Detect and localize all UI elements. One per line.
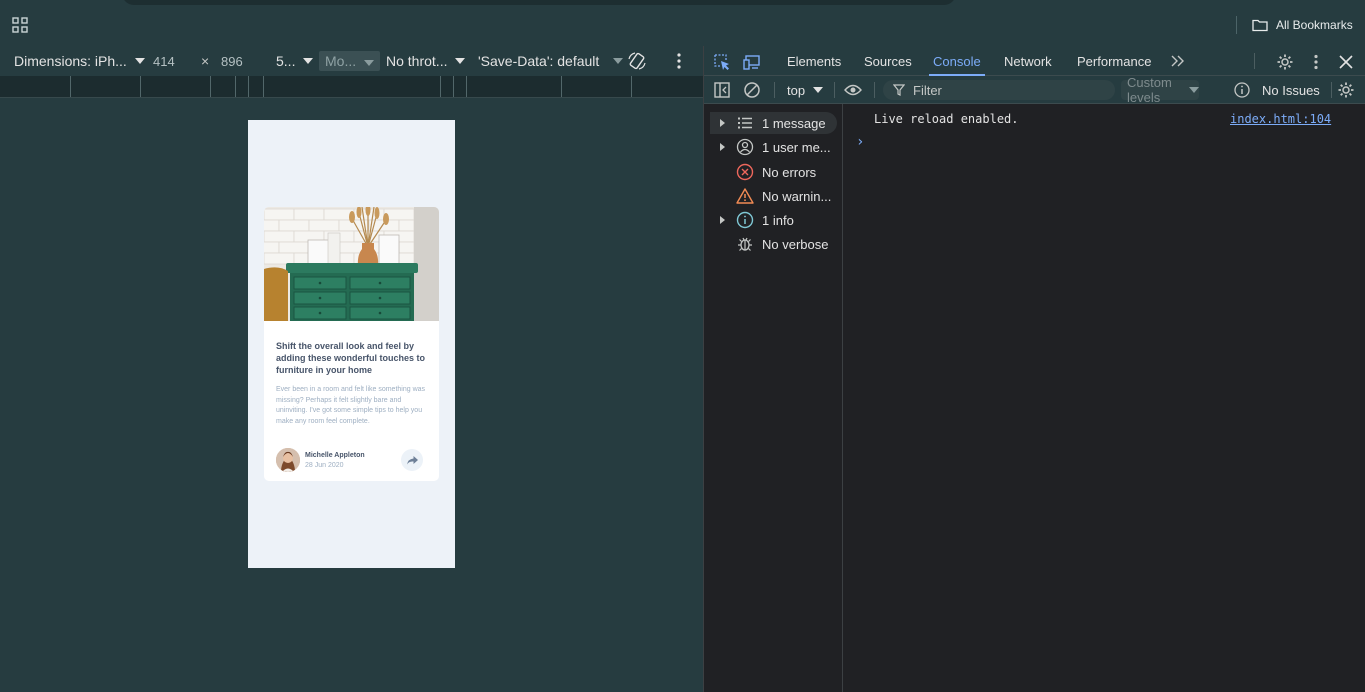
- author-row: Michelle Appleton 28 Jun 2020: [276, 448, 427, 472]
- article-description: Ever been in a room and felt like someth…: [276, 386, 426, 425]
- dimension-times: ×: [201, 53, 210, 69]
- sidebar-item-label: 1 info: [762, 212, 794, 228]
- height-input[interactable]: 896: [221, 46, 243, 76]
- console-settings-gear-icon[interactable]: [1337, 81, 1355, 99]
- dimensions-label: Dimensions: iPh...: [14, 53, 127, 69]
- tab-performance[interactable]: Performance: [1077, 46, 1151, 76]
- chevron-down-icon: [1189, 87, 1199, 93]
- sidebar-toggle-icon[interactable]: [713, 81, 731, 99]
- sidebar-item-info[interactable]: 1 info: [710, 209, 837, 231]
- tab-sources[interactable]: Sources: [864, 46, 912, 76]
- apps-grid-icon[interactable]: [12, 17, 28, 33]
- bookmarks-bar: All Bookmarks: [0, 0, 1365, 46]
- article-date: 28 Jun 2020: [305, 462, 344, 469]
- zoom-dropdown[interactable]: 5...: [276, 46, 314, 76]
- kebab-menu-icon: [677, 53, 681, 69]
- console-output[interactable]: Live reload enabled. index.html:104 ›: [844, 104, 1365, 692]
- filter-placeholder: Filter: [913, 82, 942, 98]
- eye-icon[interactable]: [844, 81, 862, 99]
- omnibox-edge: [122, 0, 956, 5]
- media-query-ruler[interactable]: [0, 76, 703, 98]
- warning-icon: [736, 188, 754, 204]
- clear-console-icon[interactable]: [743, 81, 761, 99]
- chevron-down-icon: [455, 58, 466, 64]
- sidebar-item-user-messages[interactable]: 1 user me...: [710, 136, 837, 158]
- sidebar-item-label: 1 message: [762, 115, 826, 131]
- chevron-down-icon: [364, 60, 375, 66]
- rotate-button[interactable]: [627, 46, 647, 76]
- sidebar-item-label: 1 user me...: [762, 139, 831, 155]
- info-icon: [736, 211, 754, 229]
- close-icon[interactable]: [1337, 53, 1355, 71]
- log-levels-label: Custom levels: [1127, 75, 1172, 105]
- console-sidebar: 1 message 1 user me... No errors No warn: [704, 104, 843, 692]
- chevron-down-icon: [134, 58, 145, 64]
- device-mode-dropdown[interactable]: Mo...: [319, 46, 381, 76]
- sidebar-item-label: No verbose: [762, 236, 829, 252]
- chevron-down-icon: [303, 58, 314, 64]
- issues-counter[interactable]: No Issues: [1262, 76, 1320, 104]
- console-log-source-link[interactable]: index.html:104: [1230, 112, 1331, 126]
- expand-arrow-icon: [720, 119, 725, 127]
- expand-arrow-icon: [720, 216, 725, 224]
- filter-icon: [893, 84, 905, 96]
- devtools-menu-icon[interactable]: [1307, 53, 1325, 71]
- more-options-button[interactable]: [673, 46, 685, 76]
- article-title: Shift the overall look and feel by addin…: [276, 341, 426, 375]
- user-icon: [736, 138, 754, 156]
- rotate-icon: [628, 52, 646, 70]
- sidebar-item-warnings[interactable]: No warnin...: [710, 185, 837, 207]
- sidebar-item-messages[interactable]: 1 message: [710, 112, 837, 134]
- all-bookmarks-button[interactable]: All Bookmarks: [1252, 16, 1353, 34]
- expand-arrow-icon: [720, 143, 725, 151]
- tab-console[interactable]: Console: [929, 46, 985, 76]
- bookmarks-separator: [1236, 16, 1237, 34]
- throttle-dropdown[interactable]: No throt...: [386, 46, 466, 76]
- sidebar-item-label: No warnin...: [762, 188, 832, 204]
- issues-info-icon: [1234, 82, 1250, 98]
- article-card: Shift the overall look and feel by addin…: [264, 207, 439, 481]
- device-mode-label: Mo...: [325, 53, 357, 69]
- tab-network[interactable]: Network: [1004, 46, 1052, 76]
- avatar: [276, 448, 300, 472]
- zoom-label: 5...: [276, 53, 296, 69]
- save-data-dropdown[interactable]: 'Save-Data': default: [478, 46, 624, 76]
- list-icon: [738, 117, 752, 129]
- drawers-image: [264, 207, 439, 321]
- inspect-element-icon[interactable]: [713, 53, 731, 71]
- sidebar-item-errors[interactable]: No errors: [710, 161, 837, 183]
- console-toolbar: top Filter Custom levels No Issues: [704, 75, 1365, 105]
- devtools-tabbar: Elements Sources Console Network Perform…: [704, 46, 1365, 76]
- error-icon: [736, 163, 754, 181]
- console-prompt[interactable]: ›: [856, 134, 864, 150]
- log-levels-dropdown[interactable]: Custom levels: [1121, 75, 1199, 105]
- width-input[interactable]: 414: [153, 46, 175, 76]
- author-name: Michelle Appleton: [305, 452, 365, 459]
- settings-gear-icon[interactable]: [1276, 53, 1294, 71]
- devtools-panel: Elements Sources Console Network Perform…: [703, 46, 1365, 692]
- throttle-label: No throt...: [386, 53, 448, 69]
- all-bookmarks-label: All Bookmarks: [1276, 18, 1353, 32]
- chevron-down-icon: [613, 58, 624, 64]
- filter-input[interactable]: Filter: [883, 80, 1115, 100]
- share-button[interactable]: [401, 449, 423, 471]
- dimensions-dropdown[interactable]: Dimensions: iPh...: [14, 46, 145, 76]
- bug-icon: [738, 237, 752, 251]
- device-toolbar: Dimensions: iPh... 414 × 896 5... Mo... …: [0, 46, 703, 76]
- chevron-down-icon: [813, 87, 824, 93]
- folder-icon: [1252, 19, 1268, 32]
- context-label: top: [787, 82, 806, 98]
- sidebar-item-verbose[interactable]: No verbose: [710, 233, 837, 255]
- device-viewport[interactable]: Shift the overall look and feel by addin…: [248, 120, 455, 568]
- share-icon: [406, 455, 418, 464]
- device-toolbar-toggle-icon[interactable]: [743, 53, 761, 71]
- more-tabs-icon[interactable]: [1169, 53, 1187, 71]
- sidebar-item-label: No errors: [762, 164, 817, 180]
- tab-elements[interactable]: Elements: [787, 46, 841, 76]
- save-data-label: 'Save-Data': default: [478, 53, 600, 69]
- context-selector[interactable]: top: [787, 76, 824, 104]
- console-log-message: Live reload enabled.: [874, 112, 1019, 126]
